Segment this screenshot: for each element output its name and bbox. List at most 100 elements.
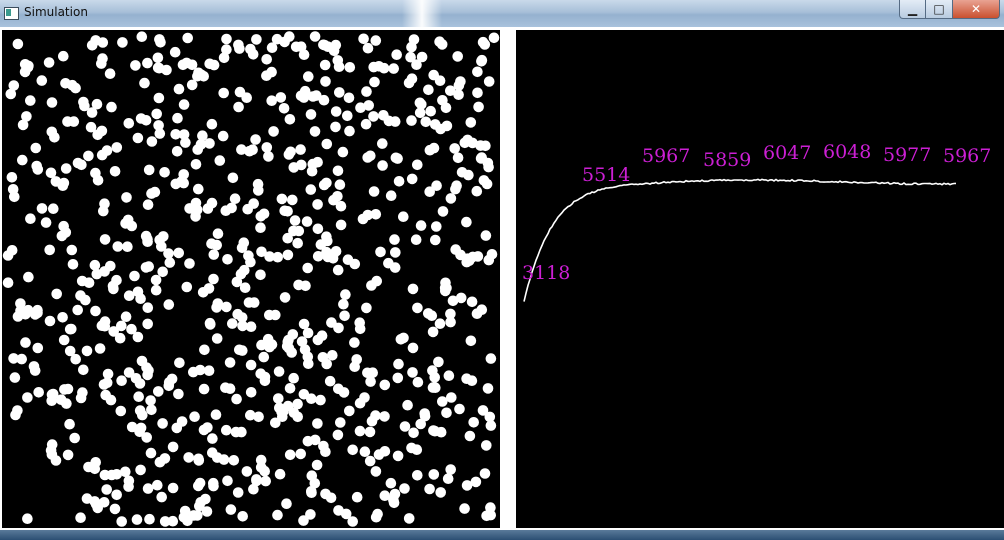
particle (483, 76, 495, 87)
particle (399, 483, 410, 494)
close-button[interactable]: ✕ (953, 0, 1000, 19)
particle (318, 440, 329, 452)
particle (411, 59, 422, 70)
particle (335, 417, 346, 428)
particle (307, 91, 319, 102)
particle (449, 143, 461, 154)
particle (284, 383, 296, 394)
particle (90, 457, 101, 468)
particle (245, 359, 257, 371)
particle (62, 449, 74, 461)
particle (195, 139, 207, 150)
particle (482, 383, 494, 394)
particle (222, 254, 233, 265)
particle (92, 175, 104, 186)
particle (75, 392, 87, 404)
particle (72, 304, 83, 316)
particle (375, 246, 386, 258)
particle (221, 44, 232, 55)
app-icon[interactable] (4, 7, 19, 20)
particle (312, 418, 323, 429)
particle (206, 118, 218, 130)
particle (428, 142, 440, 154)
particle (2, 277, 14, 288)
particle (335, 219, 347, 231)
particle (8, 353, 19, 364)
particle (46, 97, 58, 108)
particle (412, 159, 423, 171)
particle (157, 266, 168, 278)
particle (472, 251, 484, 262)
particle (157, 418, 168, 429)
particle (94, 343, 106, 354)
particle (289, 215, 301, 226)
particle (228, 455, 240, 466)
particle (366, 280, 377, 291)
particle (20, 337, 31, 348)
particle (96, 149, 108, 161)
particle (427, 326, 439, 338)
maximize-button[interactable]: □ (926, 0, 953, 19)
particle (430, 382, 441, 394)
particle (298, 49, 310, 60)
particle (431, 180, 442, 191)
particle (104, 68, 116, 79)
particle-canvas (2, 31, 500, 527)
particle (222, 475, 233, 487)
particle (272, 509, 283, 521)
particle (266, 42, 278, 53)
particle (89, 259, 101, 271)
particle (99, 198, 110, 209)
particle (182, 515, 193, 527)
particle (136, 355, 148, 367)
particle (208, 480, 219, 492)
particle (207, 447, 218, 459)
minimize-button[interactable]: ▁ (899, 0, 926, 19)
particle (453, 89, 464, 100)
particle (354, 425, 366, 437)
particle (425, 105, 437, 117)
particle (332, 165, 344, 177)
particle (44, 244, 55, 256)
particle (476, 54, 488, 66)
particle (307, 158, 319, 170)
particle (171, 422, 183, 434)
particle (429, 425, 441, 437)
particle (431, 221, 442, 232)
particle (123, 118, 135, 129)
particle (287, 194, 298, 206)
particle (483, 254, 495, 266)
particle (406, 73, 418, 84)
particle (183, 452, 194, 463)
particle (406, 173, 418, 185)
simulation-panel (2, 30, 500, 528)
particle (245, 43, 256, 55)
particle (441, 407, 452, 419)
particle (367, 367, 379, 379)
particle (478, 175, 490, 186)
particle (12, 405, 23, 416)
particle (450, 244, 462, 255)
particle (22, 513, 33, 524)
particle (143, 164, 155, 176)
particle (109, 166, 121, 177)
particle (45, 167, 57, 179)
particle (152, 479, 163, 491)
particle (406, 41, 417, 53)
particle (142, 483, 154, 494)
particle (177, 59, 189, 71)
particle (64, 418, 75, 430)
title-bar[interactable]: Simulation ▁ □ ✕ (0, 0, 1004, 27)
particle (459, 503, 470, 514)
particle (78, 364, 89, 376)
particle (407, 342, 419, 354)
line-chart: 3118 5514 5967 5859 6047 6048 5977 5967 (522, 141, 991, 302)
particle (464, 430, 476, 442)
particle (220, 205, 232, 216)
particle (131, 514, 143, 525)
particle (225, 504, 237, 515)
particle (412, 302, 423, 314)
particle (288, 407, 300, 419)
particle (287, 329, 299, 340)
particle (318, 179, 330, 191)
